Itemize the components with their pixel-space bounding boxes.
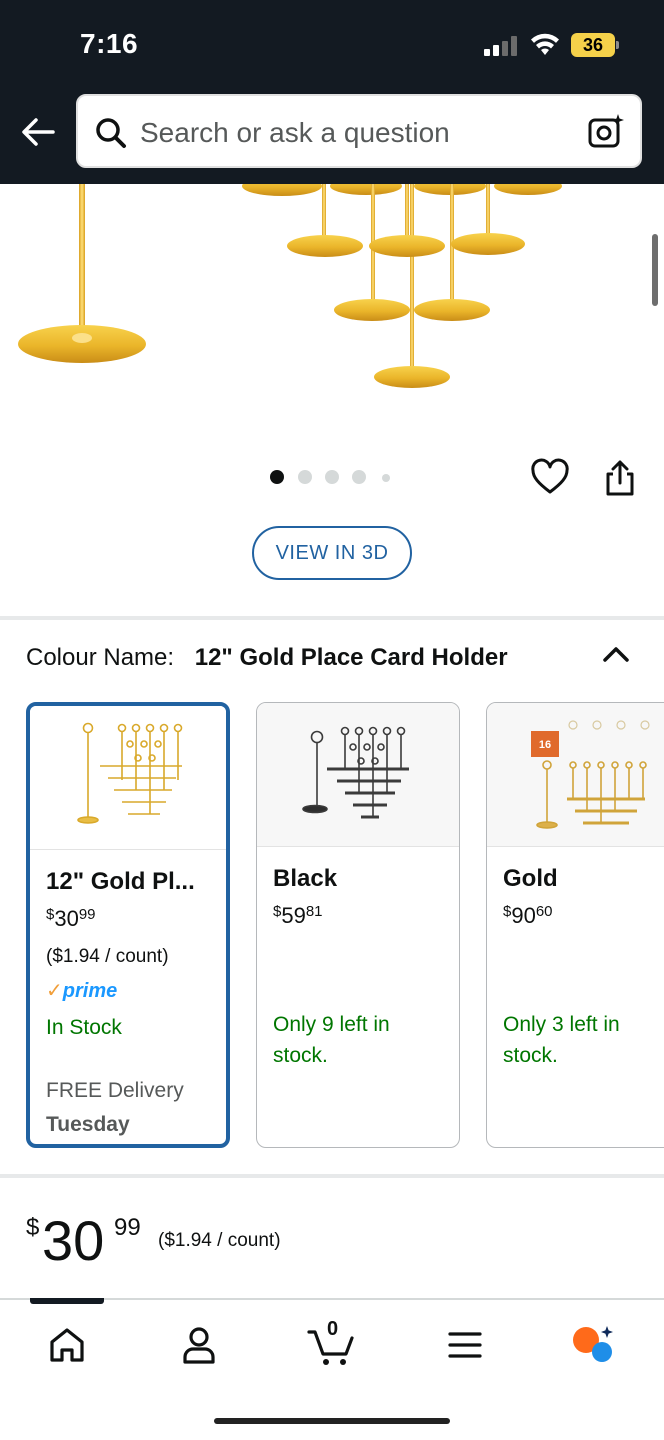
variation-delivery: FREE Delivery Tuesday [46, 1074, 184, 1142]
variation-option-12in-gold[interactable]: 12" Gold Pl... $3099 ($1.94 / count) ✓pr… [26, 702, 230, 1148]
delivery-label: FREE Delivery [46, 1079, 184, 1102]
home-icon[interactable] [44, 1322, 90, 1368]
gallery-dot[interactable] [352, 470, 366, 484]
variation-title: Black [273, 865, 338, 892]
back-button[interactable] [18, 112, 58, 152]
variation-stock: Only 9 left in stock. [273, 1013, 390, 1067]
rufus-ai-icon[interactable] [570, 1322, 616, 1368]
prime-badge: ✓prime [46, 980, 118, 1002]
wishlist-heart-icon[interactable] [530, 458, 570, 498]
product-unit-price: ($1.94 / count) [158, 1230, 281, 1251]
search-input[interactable] [140, 114, 560, 152]
chevron-up-icon[interactable] [598, 636, 634, 672]
variation-price: $9060 [503, 903, 553, 928]
menu-icon[interactable] [442, 1322, 488, 1368]
wifi-icon [531, 33, 559, 55]
gallery-dot[interactable] [298, 470, 312, 484]
cellular-signal-icon [484, 36, 518, 56]
gold-16-pack-thumbnail: 16 [531, 720, 650, 829]
back-arrow-icon [22, 118, 55, 146]
variation-label: Colour Name: [26, 644, 175, 671]
view-in-3d-button[interactable]: VIEW IN 3D [252, 526, 412, 580]
search-bar[interactable] [76, 94, 642, 168]
battery-tip [616, 41, 619, 49]
section-divider [0, 1174, 664, 1178]
home-indicator [214, 1418, 450, 1424]
variation-option-black[interactable]: Black $5981 Only 9 left in stock. [256, 702, 460, 1148]
variation-thumbnail [30, 706, 226, 850]
variation-thumbnail [257, 703, 459, 847]
variation-unit-price: ($1.94 / count) [46, 946, 169, 967]
account-icon[interactable] [176, 1322, 222, 1368]
scroll-indicator [652, 234, 658, 306]
variation-header: Colour Name: 12" Gold Place Card Holder [26, 644, 508, 672]
active-tab-indicator [30, 1298, 104, 1304]
variation-stock: In Stock [46, 1016, 122, 1039]
black-holder-thumbnail [302, 726, 409, 819]
app-header: 7:16 36 [0, 0, 664, 184]
gallery-pagination[interactable] [270, 470, 400, 486]
search-icon [96, 118, 126, 148]
camera-search-icon[interactable] [586, 112, 626, 152]
variation-thumbnail: 16 [487, 703, 664, 847]
status-time: 7:16 [80, 28, 139, 59]
battery-indicator: 36 [571, 33, 615, 57]
cart-count: 0 [327, 1318, 339, 1340]
variation-title: 12" Gold Pl... [46, 868, 195, 895]
variation-stock: Only 3 left in stock. [503, 1013, 620, 1067]
variation-title: Gold [503, 865, 558, 892]
pack-count-badge: 16 [539, 739, 551, 751]
prime-check-icon: ✓ [46, 980, 63, 1002]
variation-option-gold[interactable]: 16 Gold $9060 Only 3 left in stock. [486, 702, 664, 1148]
variation-price: $3099 [46, 906, 96, 931]
gold-holder-thumbnail [77, 722, 183, 824]
section-divider [0, 616, 664, 620]
product-photo [18, 184, 562, 388]
variation-price: $5981 [273, 903, 323, 928]
gallery-dot[interactable] [270, 470, 284, 484]
cart-button[interactable]: 0 [306, 1318, 358, 1368]
gallery-dot[interactable] [325, 470, 339, 484]
variation-selected-value: 12" Gold Place Card Holder [194, 644, 508, 671]
bottom-navigation: 0 [0, 1298, 664, 1440]
gallery-dot[interactable] [382, 474, 390, 482]
product-image[interactable] [0, 184, 664, 434]
delivery-day: Tuesday [46, 1113, 130, 1136]
share-icon[interactable] [600, 458, 640, 498]
